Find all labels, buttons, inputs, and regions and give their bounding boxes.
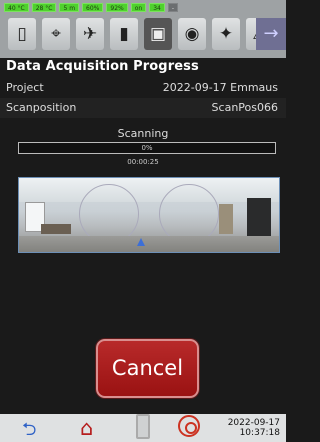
progress-percent: 0% (141, 144, 153, 152)
scan-status-text: Scanning (117, 127, 169, 140)
chip-battery-2: 92% (106, 3, 128, 12)
cancel-button[interactable]: Cancel (96, 339, 199, 398)
pano-window-right (247, 198, 271, 236)
camera-icon[interactable]: ◉ (178, 18, 206, 50)
elapsed-time: 00:00:25 (127, 158, 159, 166)
back-icon[interactable]: ⮌ (22, 417, 36, 442)
pano-tripod-marker (137, 238, 145, 246)
home-icon[interactable]: ⌂ (80, 416, 93, 440)
status-icons: ▯ ⌖ ✈ ▮ ▣ ◉ ✦ ⚠ (8, 18, 274, 50)
chip-empty: - (167, 3, 179, 12)
scanner-icon[interactable]: ▯ (8, 18, 36, 50)
scanposition-row: Scanposition ScanPos066 (0, 98, 286, 118)
date-text: 2022-09-17 (227, 418, 280, 428)
pano-ceiling (19, 178, 279, 202)
nav-next-arrow-icon[interactable]: → (256, 18, 286, 50)
project-label: Project (6, 81, 44, 94)
pano-door (219, 204, 233, 234)
scanposition-value: ScanPos066 (211, 101, 278, 114)
status-bar: 40 °C 28 °C 5 m 60% 92% on 34 - ▯ ⌖ ✈ ▮ … (0, 0, 286, 58)
satellite-icon[interactable]: ✈ (76, 18, 104, 50)
scan-position-icon[interactable]: ⌖ (42, 18, 70, 50)
datetime: 2022-09-17 10:37:18 (228, 418, 280, 438)
inclination-icon[interactable]: ✦ (212, 18, 240, 50)
chip-storage: 34 (149, 3, 165, 12)
storage-card-icon[interactable]: ▣ (144, 18, 172, 50)
progress-bar: 0% (18, 142, 276, 154)
project-value: 2022-09-17 Emmaus (162, 81, 278, 94)
battery-icon[interactable]: ▮ (110, 18, 138, 50)
pano-arc-right (159, 184, 219, 244)
scanner-status-icon[interactable] (136, 414, 150, 439)
chip-temp-external: 28 °C (31, 3, 57, 12)
page-title: Data Acquisition Progress (6, 59, 199, 74)
status-chips: 40 °C 28 °C 5 m 60% 92% on 34 - (4, 3, 179, 12)
scanposition-label: Scanposition (6, 101, 77, 114)
chip-temp-internal: 40 °C (4, 3, 29, 12)
chip-battery-1: 60% (82, 3, 104, 12)
chip-gnss-state: on (130, 3, 147, 12)
bottom-bar: ⮌ ⌂ 2022-09-17 10:37:18 (0, 414, 286, 442)
pano-floor (19, 236, 279, 252)
settings-gear-icon[interactable] (178, 415, 200, 437)
pano-table (41, 224, 71, 234)
panorama-preview (18, 177, 280, 253)
project-row: Project 2022-09-17 Emmaus (0, 78, 286, 98)
time-text: 10:37:18 (239, 428, 280, 438)
chip-distance: 5 m (59, 3, 80, 12)
pano-arc-left (79, 184, 139, 244)
